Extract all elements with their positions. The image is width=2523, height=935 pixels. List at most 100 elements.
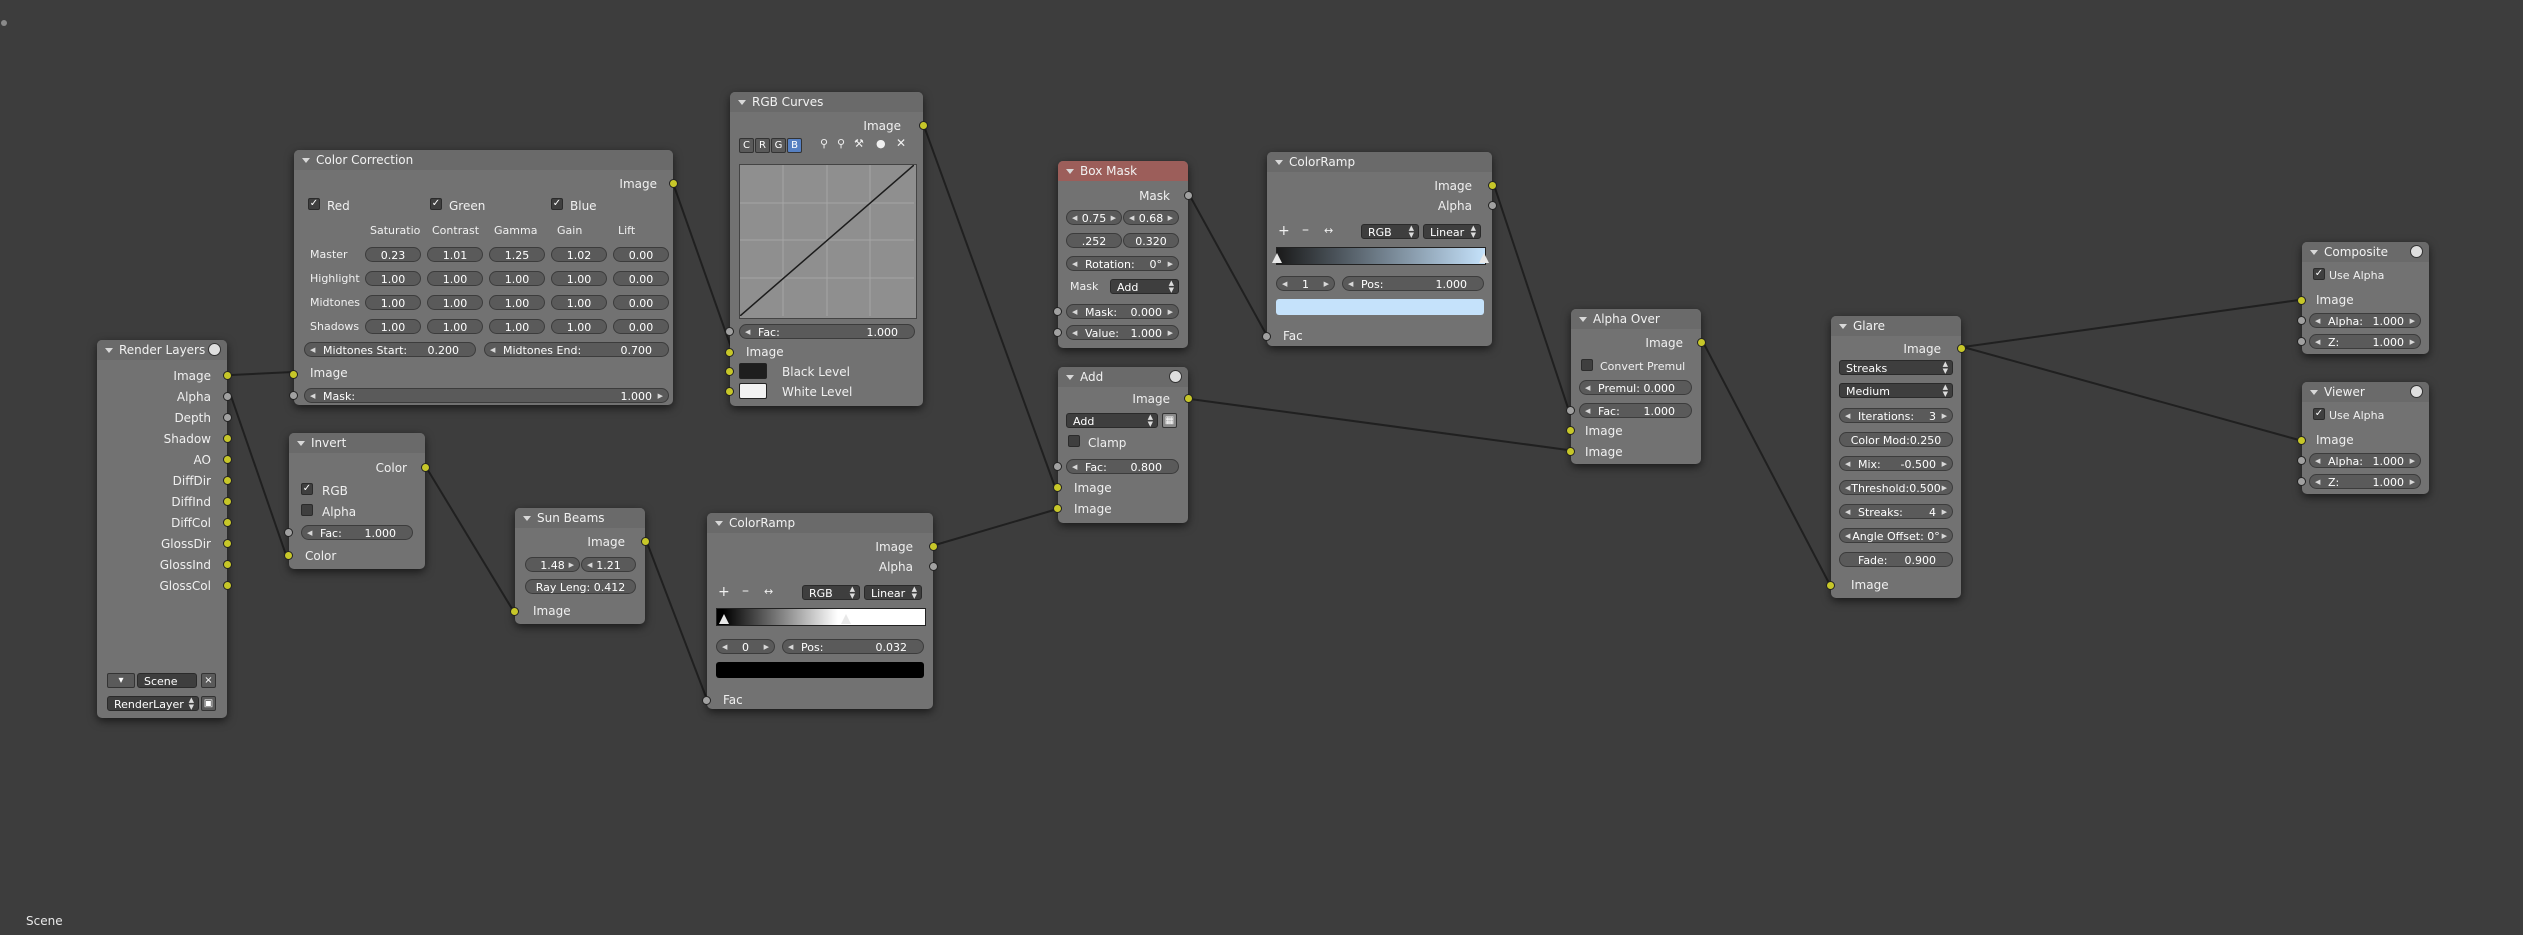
- value-field[interactable]: ◀ Value: 1.000 ▶: [1066, 325, 1179, 340]
- decrement-arrow-icon[interactable]: ◀: [1072, 460, 1077, 473]
- add-stop-icon[interactable]: +: [1278, 223, 1290, 239]
- decrement-arrow-icon[interactable]: ◀: [1585, 381, 1590, 394]
- node-header[interactable]: Box Mask: [1058, 161, 1188, 181]
- stop-position-field[interactable]: ◀ Pos: 1.000: [1342, 276, 1484, 291]
- midtones-contrast-field[interactable]: 1.00: [427, 295, 483, 310]
- input-socket[interactable]: [289, 370, 298, 379]
- gradient-bar[interactable]: [716, 608, 926, 626]
- midtones-end-field[interactable]: ◀ Midtones End: 0.700: [484, 342, 669, 357]
- flip-ramp-icon[interactable]: ↔: [1324, 224, 1333, 237]
- colorramp-node[interactable]: ColorRamp Image Alpha + – ↔ RGB ▲ ▼ Linear…: [702, 513, 938, 709]
- decrement-arrow-icon[interactable]: ◀: [2315, 335, 2320, 348]
- input-socket[interactable]: [1262, 332, 1271, 341]
- fac-field[interactable]: ◀ Fac: 0.800: [1066, 459, 1179, 474]
- midtones-saturation-field[interactable]: 1.00: [365, 295, 421, 310]
- node-header[interactable]: ColorRamp: [1267, 152, 1492, 172]
- node-header[interactable]: ColorRamp: [707, 513, 933, 533]
- curve-editor[interactable]: [739, 164, 917, 319]
- remove-stop-icon[interactable]: –: [742, 583, 749, 599]
- shadows-contrast-field[interactable]: 1.00: [427, 319, 483, 334]
- interpolation-select[interactable]: Linear ▲ ▼: [1423, 224, 1481, 239]
- output-socket[interactable]: [1697, 338, 1706, 347]
- mask-field[interactable]: ◀ Mask: 1.000 ▶: [304, 388, 669, 403]
- streaks-field[interactable]: ◀ Streaks: 4 ▶: [1839, 504, 1953, 519]
- z-field[interactable]: ◀ Z: 1.000 ▶: [2309, 474, 2421, 489]
- stop-marker-icon[interactable]: [719, 614, 729, 624]
- input-socket[interactable]: [2297, 456, 2306, 465]
- node-header[interactable]: Composite: [2302, 242, 2429, 262]
- node-header[interactable]: Alpha Over: [1571, 309, 1701, 329]
- add-stop-icon[interactable]: +: [718, 584, 730, 600]
- width-field[interactable]: .252: [1066, 233, 1122, 248]
- color-mod-field[interactable]: Color Mod:0.250: [1839, 432, 1953, 447]
- highlight-lift-field[interactable]: 0.00: [613, 271, 669, 286]
- input-socket[interactable]: [702, 696, 711, 705]
- output-socket[interactable]: [929, 542, 938, 551]
- decrement-arrow-icon[interactable]: ◀: [1072, 305, 1077, 318]
- master-contrast-field[interactable]: 1.01: [427, 247, 483, 262]
- collapse-arrow-icon[interactable]: [1579, 317, 1587, 322]
- output-socket[interactable]: [223, 476, 232, 485]
- node-header[interactable]: Render Layers: [97, 340, 227, 360]
- stop-color-swatch[interactable]: [716, 662, 924, 678]
- input-socket[interactable]: [2297, 477, 2306, 486]
- render-preview-icon[interactable]: [2410, 385, 2423, 398]
- stop-index-field[interactable]: ◀ 1 ▶: [1276, 276, 1335, 291]
- stop-index-field[interactable]: ◀ 0 ▶: [716, 639, 775, 654]
- gradient-bar[interactable]: [1276, 247, 1486, 265]
- input-socket[interactable]: [1053, 504, 1062, 513]
- remove-stop-icon[interactable]: –: [1302, 222, 1309, 238]
- output-socket[interactable]: [929, 562, 938, 571]
- black-level-swatch[interactable]: [739, 363, 767, 379]
- input-socket[interactable]: [1053, 328, 1062, 337]
- rotation-field[interactable]: ◀ Rotation: 0° ▶: [1066, 256, 1179, 271]
- collapse-arrow-icon[interactable]: [1839, 324, 1847, 329]
- mask-field[interactable]: ◀ Mask: 0.000 ▶: [1066, 304, 1179, 319]
- composite-node[interactable]: Composite ✓ Use Alpha Image ◀ Alpha: 1.000…: [2297, 242, 2429, 354]
- input-socket[interactable]: [1053, 462, 1062, 471]
- output-socket[interactable]: [1488, 201, 1497, 210]
- increment-arrow-icon[interactable]: ▶: [764, 640, 769, 653]
- render-preview-icon[interactable]: [1169, 370, 1182, 383]
- node-header[interactable]: Invert: [289, 433, 425, 453]
- red-checkbox[interactable]: ✓: [308, 198, 320, 210]
- output-socket[interactable]: [223, 518, 232, 527]
- invert-node[interactable]: Invert Color ✓ RGB Alpha ◀ Fac: 1.000 Colo…: [284, 433, 430, 569]
- collapse-arrow-icon[interactable]: [297, 441, 305, 446]
- wrench-icon[interactable]: ⚒: [854, 137, 864, 150]
- z-field[interactable]: ◀ Z: 1.000 ▶: [2309, 334, 2421, 349]
- glare-type-select[interactable]: Streaks ▲ ▼: [1839, 360, 1953, 375]
- decrement-arrow-icon[interactable]: ◀: [1072, 326, 1077, 339]
- input-socket[interactable]: [2297, 316, 2306, 325]
- output-socket[interactable]: [223, 455, 232, 464]
- add-mix-node[interactable]: Add Image Add ▲ ▼ ▦ Clamp ◀ Fac: 0.800 Image…: [1053, 367, 1193, 523]
- decrement-arrow-icon[interactable]: ◀: [1348, 277, 1353, 290]
- increment-arrow-icon[interactable]: ▶: [1168, 305, 1173, 318]
- midtones-start-field[interactable]: ◀ Midtones Start: 0.200: [304, 342, 476, 357]
- input-socket[interactable]: [2297, 337, 2306, 346]
- node-header[interactable]: Color Correction: [294, 150, 673, 170]
- output-socket[interactable]: [223, 581, 232, 590]
- reset-x-icon[interactable]: ✕: [896, 136, 906, 150]
- highlight-gamma-field[interactable]: 1.00: [489, 271, 545, 286]
- output-socket[interactable]: [1184, 191, 1193, 200]
- glare-node[interactable]: Glare Image Streaks ▲ ▼ Medium ▲ ▼ ◀ Iteratio…: [1826, 316, 1966, 598]
- input-socket[interactable]: [284, 551, 293, 560]
- rgb-curves-node[interactable]: RGB Curves Image C R G B ⚲ ⚲ ⚒ ● ✕ ◀ Fac:…: [725, 92, 928, 406]
- collapse-arrow-icon[interactable]: [1066, 169, 1074, 174]
- fac-field[interactable]: ◀ Fac: 1.000: [301, 525, 413, 540]
- angle-offset-field[interactable]: ◀ Angle Offset: 0° ▶: [1839, 528, 1953, 543]
- output-socket[interactable]: [223, 539, 232, 548]
- scene-browse-icon[interactable]: ▾: [107, 673, 135, 688]
- midtones-gamma-field[interactable]: 1.00: [489, 295, 545, 310]
- output-socket[interactable]: [641, 537, 650, 546]
- input-socket[interactable]: [510, 607, 519, 616]
- mix-field[interactable]: ◀ Mix: -0.500 ▶: [1839, 456, 1953, 471]
- master-gain-field[interactable]: 1.02: [551, 247, 607, 262]
- input-socket[interactable]: [289, 391, 298, 400]
- channel-b-button[interactable]: B: [787, 138, 802, 153]
- increment-arrow-icon[interactable]: ▶: [2410, 335, 2415, 348]
- sun-beams-node[interactable]: Sun Beams Image 1.48 ▶ ◀ 1.21 Ray Leng: 0.…: [510, 508, 650, 624]
- stop-color-swatch[interactable]: [1276, 299, 1484, 315]
- render-layer-select[interactable]: RenderLayer ▲ ▼: [107, 696, 199, 711]
